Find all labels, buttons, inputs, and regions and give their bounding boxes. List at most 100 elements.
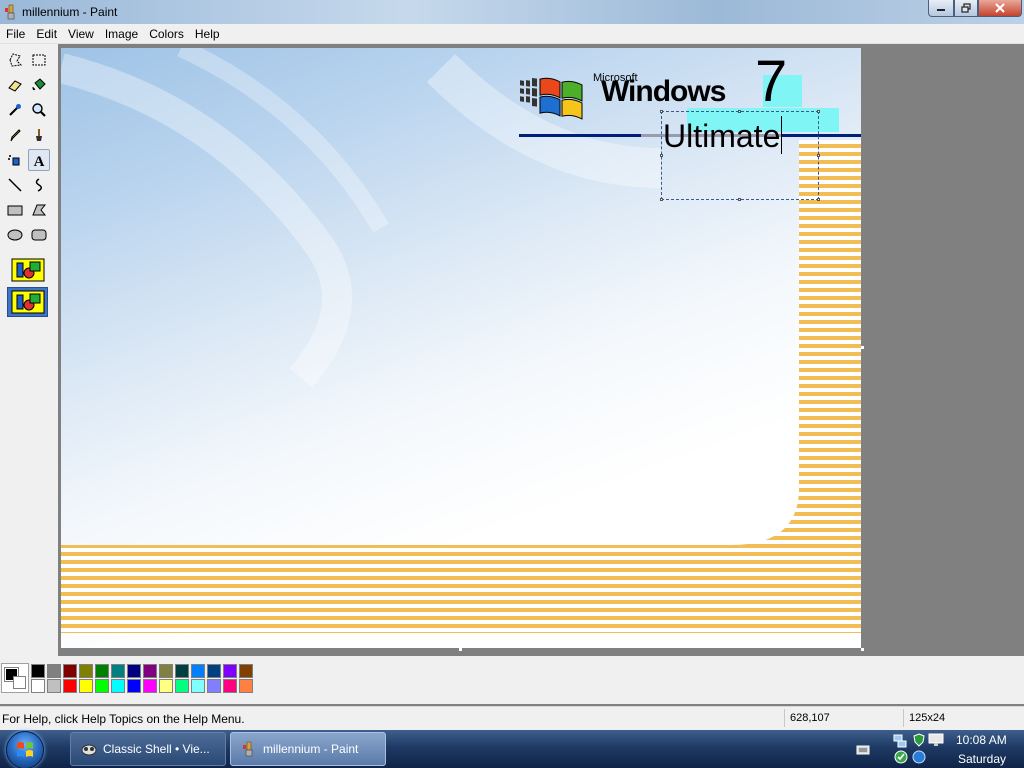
taskbar-paint[interactable]: millennium - Paint	[230, 732, 386, 766]
taskbar-classic-shell[interactable]: Classic Shell • Vie...	[70, 732, 226, 766]
window-controls	[928, 0, 1022, 17]
airbrush-icon	[8, 155, 20, 166]
color-swatch[interactable]	[239, 679, 253, 693]
keyboard-icon[interactable]	[856, 744, 870, 756]
fill-tool[interactable]	[28, 74, 50, 96]
update-check-icon[interactable]	[894, 750, 908, 764]
window-title: millennium - Paint	[22, 5, 118, 19]
menu-file[interactable]: File	[0, 27, 30, 41]
brush-tool[interactable]	[28, 124, 50, 146]
color-palette	[0, 656, 1024, 704]
color-swatch[interactable]	[127, 664, 141, 678]
color-swatch[interactable]	[191, 664, 205, 678]
minimize-icon	[937, 9, 945, 11]
color-swatch[interactable]	[175, 679, 189, 693]
pencil-tool[interactable]	[4, 124, 26, 146]
globe-icon[interactable]	[912, 750, 926, 764]
color-swatch[interactable]	[175, 664, 189, 678]
select-tool[interactable]	[28, 49, 50, 71]
cursor-coordinates: 628,107	[790, 712, 830, 724]
airbrush-tool[interactable]	[4, 149, 26, 171]
transparent-shapes-icon	[11, 290, 44, 314]
eraser-tool[interactable]	[4, 74, 26, 96]
color-swatch[interactable]	[191, 679, 205, 693]
background-color[interactable]	[13, 676, 26, 689]
canvas-resize-handle-corner[interactable]	[861, 648, 864, 651]
opaque-background-option[interactable]	[7, 255, 48, 285]
transparent-background-option[interactable]	[7, 287, 48, 317]
color-swatch[interactable]	[63, 679, 77, 693]
paint-bucket-icon	[32, 78, 46, 91]
color-swatch[interactable]	[95, 679, 109, 693]
ellipse-tool[interactable]	[4, 224, 26, 246]
menu-view[interactable]: View	[62, 27, 99, 41]
menu-bar: File Edit View Image Colors Help	[0, 24, 1024, 44]
color-swatch[interactable]	[143, 679, 157, 693]
free-form-select-icon	[9, 53, 23, 67]
color-swatches	[31, 664, 254, 693]
color-swatch[interactable]	[79, 679, 93, 693]
color-swatch[interactable]	[111, 664, 125, 678]
line-tool[interactable]	[4, 174, 26, 196]
color-swatch[interactable]	[79, 664, 93, 678]
color-swatch[interactable]	[47, 664, 61, 678]
display-icon[interactable]	[928, 733, 944, 747]
menu-help[interactable]: Help	[189, 27, 225, 41]
toolbox: A	[0, 44, 58, 656]
color-swatch[interactable]	[31, 679, 45, 693]
curve-tool[interactable]	[28, 174, 50, 196]
restore-button[interactable]	[954, 0, 978, 17]
color-swatch[interactable]	[223, 664, 237, 678]
security-shield-icon[interactable]	[912, 733, 926, 747]
color-swatch[interactable]	[127, 679, 141, 693]
canvas-resize-handle-bottom[interactable]	[459, 648, 462, 651]
polygon-tool[interactable]	[28, 199, 50, 221]
selection-size: 125x24	[909, 712, 946, 724]
free-form-select-tool[interactable]	[4, 49, 26, 71]
menu-colors[interactable]: Colors	[143, 27, 189, 41]
drawing-canvas[interactable]: Microsoft Windows 7 Ultimate	[61, 48, 861, 648]
color-swatch[interactable]	[63, 664, 77, 678]
status-bar: For Help, click Help Topics on the Help …	[0, 706, 1024, 730]
close-button[interactable]	[978, 0, 1022, 17]
text-tool[interactable]: A	[28, 149, 50, 171]
rectangle-icon	[7, 205, 23, 216]
color-swatch[interactable]	[111, 679, 125, 693]
clock-time[interactable]: 10:08 AM	[956, 733, 1016, 747]
clock-day[interactable]: Saturday	[958, 752, 1006, 766]
start-button[interactable]	[6, 731, 44, 768]
pick-color-tool[interactable]	[4, 99, 26, 121]
line-icon	[8, 178, 22, 192]
color-swatch[interactable]	[207, 679, 221, 693]
color-swatch[interactable]	[143, 664, 157, 678]
restore-icon	[961, 3, 971, 13]
rectangle-select-icon	[32, 54, 46, 66]
minimize-button[interactable]	[928, 0, 954, 17]
rounded-rectangle-tool[interactable]	[28, 224, 50, 246]
rectangle-tool[interactable]	[4, 199, 26, 221]
color-swatch[interactable]	[159, 664, 173, 678]
menu-edit[interactable]: Edit	[30, 27, 62, 41]
brush-icon	[36, 129, 42, 141]
paint-icon	[243, 741, 253, 757]
color-swatch[interactable]	[95, 664, 109, 678]
color-swatch[interactable]	[223, 679, 237, 693]
color-swatch[interactable]	[207, 664, 221, 678]
status-help-text: For Help, click Help Topics on the Help …	[2, 712, 245, 726]
color-swatch[interactable]	[239, 664, 253, 678]
network-icon[interactable]	[892, 733, 908, 749]
text-selection-box[interactable]	[660, 110, 820, 201]
color-swatch[interactable]	[159, 679, 173, 693]
current-colors	[1, 663, 29, 693]
rounded-rectangle-icon	[31, 229, 47, 241]
windows-flag-logo	[520, 77, 583, 120]
pencil-icon	[10, 129, 21, 142]
color-swatch[interactable]	[31, 664, 45, 678]
color-swatch[interactable]	[47, 679, 61, 693]
close-icon	[995, 3, 1005, 13]
menu-image[interactable]: Image	[99, 27, 143, 41]
canvas-resize-handle-right[interactable]	[861, 346, 864, 349]
magnifier-tool[interactable]	[28, 99, 50, 121]
text-icon: A	[34, 154, 45, 168]
windows-start-icon	[17, 742, 33, 757]
